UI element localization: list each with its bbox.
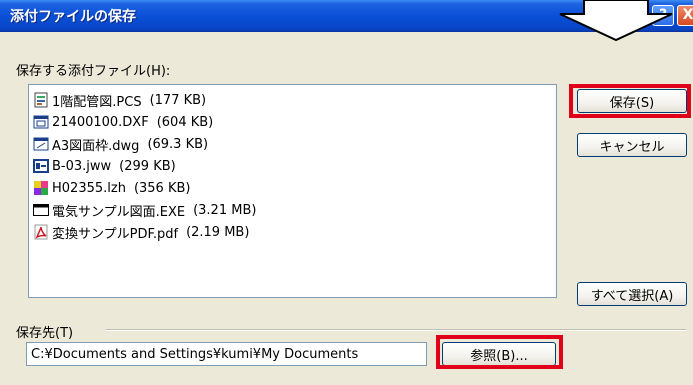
list-item[interactable]: 21400100.DXF (604 KB): [33, 111, 556, 133]
list-item[interactable]: A3図面枠.dwg (69.3 KB): [33, 133, 556, 155]
list-item[interactable]: H02355.lzh (356 KB): [33, 177, 556, 199]
list-item[interactable]: 1階配管図.PCS (177 KB): [33, 89, 556, 111]
file-name: H02355.lzh: [52, 180, 126, 196]
file-size: (356 KB): [133, 180, 191, 196]
file-size: (69.3 KB): [147, 136, 209, 152]
file-size: (2.19 MB): [186, 224, 250, 240]
file-size: (604 KB): [156, 114, 214, 130]
file-size: (299 KB): [119, 158, 176, 174]
file-size: (177 KB): [149, 92, 207, 108]
select-all-button[interactable]: すべて選択(A): [577, 282, 687, 306]
dwg-file-icon: [33, 137, 49, 151]
file-size: (3.21 MB): [193, 202, 257, 218]
save-highlight-frame: [569, 84, 691, 118]
exe-window-icon: [33, 204, 49, 216]
list-item[interactable]: B-03.jww (299 KB): [33, 155, 556, 177]
destination-label: 保存先(T): [16, 326, 74, 341]
file-name: 1階配管図.PCS: [52, 94, 142, 110]
list-item[interactable]: 変換サンプルPDF.pdf (2.19 MB): [33, 221, 556, 243]
list-item[interactable]: 電気サンプル図面.EXE (3.21 MB): [33, 199, 556, 221]
file-name: 電気サンプル図面.EXE: [52, 204, 186, 220]
close-button[interactable]: X: [677, 5, 693, 26]
destination-divider: [106, 329, 686, 331]
file-name: 21400100.DXF: [52, 114, 149, 130]
attachment-list[interactable]: 1階配管図.PCS (177 KB) 21400100.DXF (604 KB): [28, 84, 557, 298]
files-label: 保存する添付ファイル(H):: [16, 64, 171, 79]
file-name: 変換サンプルPDF.pdf: [52, 226, 179, 242]
pcs-file-icon: [34, 92, 48, 108]
pdf-file-icon: [34, 224, 48, 240]
file-name: A3図面枠.dwg: [52, 138, 140, 154]
down-arrow-annotation-icon: [559, 0, 673, 42]
file-name: B-03.jww: [52, 158, 112, 174]
save-attachments-dialog: 添付ファイルの保存 ? X 保存する添付ファイル(H): 1階配管図.PCS (…: [0, 0, 693, 385]
destination-path-input[interactable]: [26, 342, 427, 366]
file-list: 1階配管図.PCS (177 KB) 21400100.DXF (604 KB): [29, 85, 556, 243]
dialog-title: 添付ファイルの保存: [10, 9, 136, 25]
cancel-button[interactable]: キャンセル: [577, 133, 687, 157]
dxf-file-icon: [33, 115, 49, 129]
browse-highlight-frame: [436, 335, 563, 369]
lzh-archive-icon: [34, 181, 48, 195]
jww-file-icon: [33, 159, 49, 173]
